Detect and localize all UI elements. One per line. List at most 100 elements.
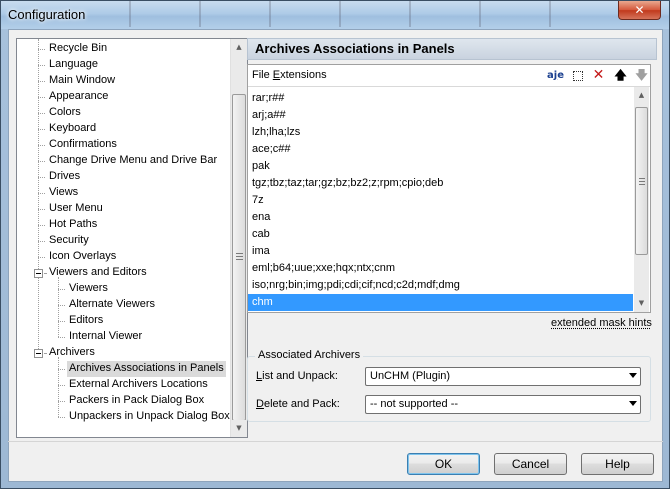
tree-item[interactable]: Views <box>47 185 80 201</box>
tree-item[interactable]: Language <box>47 57 100 73</box>
tree-connector <box>38 177 45 178</box>
window-title: Configuration <box>8 7 86 22</box>
tree-item[interactable]: Viewers and Editors <box>47 265 149 281</box>
tree-connector <box>58 385 65 386</box>
tree-connector <box>44 353 46 354</box>
tree-item[interactable]: External Archivers Locations <box>67 377 210 393</box>
collapse-icon[interactable] <box>34 269 43 278</box>
tree-item[interactable]: Icon Overlays <box>47 249 118 265</box>
tree-item[interactable]: User Menu <box>47 201 105 217</box>
tree-item[interactable]: Appearance <box>47 89 110 105</box>
tree-connector <box>38 113 45 114</box>
tree-connector <box>58 289 65 290</box>
tree-scrollbar[interactable]: ▲ ▼ <box>230 39 247 437</box>
ok-button[interactable]: OK <box>407 453 480 475</box>
extensions-scrollbar[interactable]: ▲ ▼ <box>634 87 649 312</box>
tree-item[interactable]: Unpackers in Unpack Dialog Box <box>67 409 232 425</box>
list-item[interactable]: lzh;lha;lzs <box>248 124 633 141</box>
tree-connector <box>38 49 45 50</box>
scroll-up-icon[interactable]: ▲ <box>231 39 247 56</box>
tree-item[interactable]: Viewers <box>67 281 110 297</box>
title-bar-backdrop <box>91 1 611 27</box>
chevron-down-icon <box>629 373 637 378</box>
tree-item[interactable]: Change Drive Menu and Drive Bar <box>47 153 219 169</box>
tree-item[interactable]: Hot Paths <box>47 217 99 233</box>
move-down-icon[interactable]: 🡇 <box>633 67 650 84</box>
list-item[interactable]: ena <box>248 209 633 226</box>
extensions-toolbar: File Extensions aje ✕ 🡅 🡇 <box>248 65 650 86</box>
tree-item[interactable]: Colors <box>47 105 83 121</box>
tree-connector <box>38 257 45 258</box>
list-item[interactable]: ima <box>248 243 633 260</box>
tree-item[interactable]: Editors <box>67 313 105 329</box>
title-bar[interactable]: Configuration ✕ <box>1 1 669 29</box>
tree-connector <box>58 337 65 338</box>
scroll-up-icon[interactable]: ▲ <box>634 87 649 104</box>
associated-archivers-legend: Associated Archivers <box>255 349 364 361</box>
cancel-button[interactable]: Cancel <box>494 453 567 475</box>
tree-connector <box>38 145 45 146</box>
list-item[interactable]: iso;nrg;bin;img;pdi;cdi;cif;ncd;c2d;mdf;… <box>248 277 633 294</box>
delete-and-pack-label: Delete and Pack: <box>256 398 340 410</box>
move-up-icon[interactable]: 🡅 <box>612 67 629 84</box>
tree-item[interactable]: Confirmations <box>47 137 119 153</box>
tree-connector <box>58 417 65 418</box>
tree-connector <box>38 129 45 130</box>
list-item[interactable]: tgz;tbz;taz;tar;gz;bz;bz2;z;rpm;cpio;deb <box>248 175 633 192</box>
tree-connector <box>38 81 45 82</box>
tree-connector <box>38 225 45 226</box>
chevron-down-icon <box>629 401 637 406</box>
list-and-unpack-select[interactable]: UnCHM (Plugin) <box>365 367 641 386</box>
close-icon: ✕ <box>634 3 645 17</box>
tree-item[interactable]: Packers in Pack Dialog Box <box>67 393 206 409</box>
delete-icon[interactable]: ✕ <box>590 67 607 84</box>
tree-connector <box>38 209 45 210</box>
tree-item[interactable]: Keyboard <box>47 121 98 137</box>
list-item[interactable]: rar;r## <box>248 90 633 107</box>
help-button[interactable]: Help <box>581 453 654 475</box>
new-item-icon[interactable] <box>569 67 586 84</box>
footer-separator <box>8 441 663 442</box>
list-item[interactable]: ace;c## <box>248 141 633 158</box>
list-and-unpack-label: List and Unpack: <box>256 370 338 382</box>
tree-item[interactable]: Main Window <box>47 73 117 89</box>
scroll-down-icon[interactable]: ▼ <box>231 420 247 437</box>
tree-item[interactable]: Archives Associations in Panels <box>67 361 226 377</box>
list-item[interactable]: cab <box>248 226 633 243</box>
tree-connector <box>38 193 45 194</box>
extensions-list[interactable]: rar;r## arj;a## lzh;lha;lzs ace;c## pak tgz;t… <box>248 87 634 312</box>
delete-and-pack-select[interactable]: -- not supported -- <box>365 395 641 414</box>
panel-title: Archives Associations in Panels <box>247 38 657 60</box>
close-button[interactable]: ✕ <box>618 1 661 20</box>
tree-connector <box>58 321 65 322</box>
list-item[interactable]: pak <box>248 158 633 175</box>
tree-connector <box>38 161 45 162</box>
tree-connector <box>58 369 65 370</box>
tree-guide-line <box>58 277 59 337</box>
extended-mask-hints-link[interactable]: extended mask hints <box>551 317 652 329</box>
tree-scroll-thumb[interactable] <box>232 94 246 421</box>
collapse-icon[interactable] <box>34 349 43 358</box>
file-extensions-label: File Extensions <box>252 69 327 81</box>
list-item[interactable]: eml;b64;uue;xxe;hqx;ntx;cnm <box>248 260 633 277</box>
list-item[interactable]: 7z <box>248 192 633 209</box>
tree-connector <box>38 97 45 98</box>
tree-guide-line <box>58 357 59 417</box>
tree-item[interactable]: Archivers <box>47 345 97 361</box>
list-item[interactable]: arj;a## <box>248 107 633 124</box>
tree-item[interactable]: Security <box>47 233 91 249</box>
tree-connector <box>58 305 65 306</box>
tree-item[interactable]: Internal Viewer <box>67 329 144 345</box>
tree-item[interactable]: Alternate Viewers <box>67 297 157 313</box>
tree-connector <box>38 241 45 242</box>
scroll-down-icon[interactable]: ▼ <box>634 295 649 312</box>
tree-guide-line <box>38 39 39 353</box>
rename-icon[interactable]: aje <box>547 67 564 84</box>
delete-and-pack-value: -- not supported -- <box>370 398 459 410</box>
tree-item[interactable]: Drives <box>47 169 82 185</box>
tree-item[interactable]: Recycle Bin <box>47 41 109 57</box>
extensions-scroll-thumb[interactable] <box>635 107 648 255</box>
tree-connector <box>44 273 46 274</box>
tree-connector <box>38 65 45 66</box>
list-item[interactable]: chm <box>248 294 633 311</box>
